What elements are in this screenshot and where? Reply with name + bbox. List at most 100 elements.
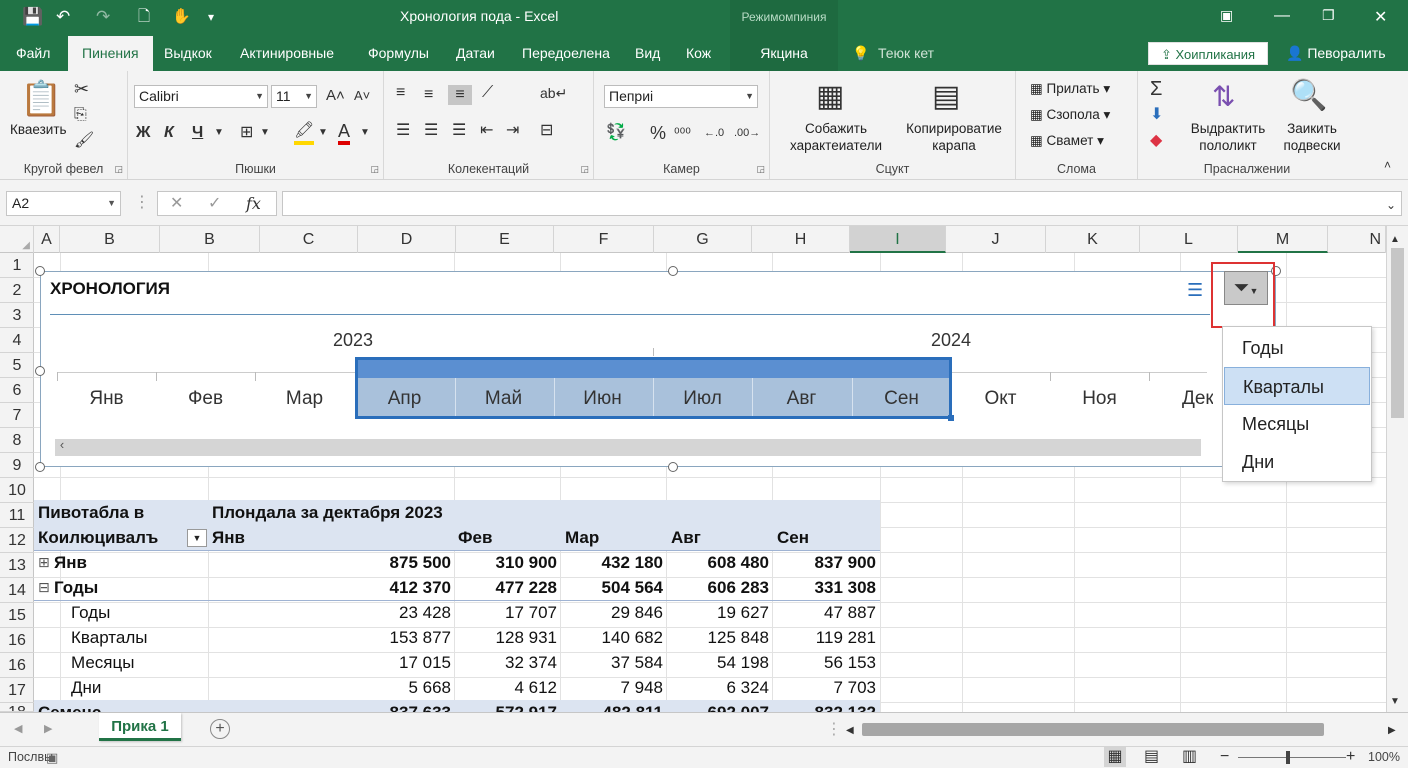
pivot-cell-value[interactable]: 837 900 bbox=[766, 550, 876, 575]
tab-timeline-options[interactable]: Якцина bbox=[730, 36, 838, 71]
paste-button[interactable]: Кваезить bbox=[10, 121, 67, 138]
formula-input[interactable] bbox=[282, 191, 1402, 216]
account-button[interactable]: 👤 Певоралить bbox=[1286, 36, 1386, 71]
column-header[interactable]: D bbox=[358, 226, 456, 253]
pivot-row-label[interactable]: Годы bbox=[54, 575, 98, 600]
column-header[interactable]: N bbox=[1328, 226, 1386, 253]
pivot-row-label[interactable]: Янв bbox=[54, 550, 87, 575]
pivot-cell-value[interactable]: 4 612 bbox=[447, 675, 557, 700]
decrease-decimal-icon[interactable]: .00→ bbox=[734, 123, 760, 143]
tab-home[interactable]: Пинения bbox=[68, 36, 153, 71]
menu-item-days[interactable]: Дни bbox=[1224, 443, 1370, 481]
resize-handle[interactable] bbox=[668, 266, 678, 276]
column-header[interactable]: A bbox=[34, 226, 60, 253]
touch-mode-icon[interactable]: ✋ bbox=[172, 6, 191, 28]
pivot-cell-value[interactable]: 432 180 bbox=[553, 550, 663, 575]
row-header[interactable]: 5 bbox=[0, 353, 34, 378]
horizontal-scroll-thumb[interactable] bbox=[862, 723, 1324, 736]
pivot-row-label[interactable]: Годы bbox=[71, 600, 110, 625]
pivot-cell-value[interactable]: 17 707 bbox=[447, 600, 557, 625]
pivot-cell-value[interactable]: 54 198 bbox=[659, 650, 769, 675]
pivot-cell-value[interactable]: 17 015 bbox=[341, 650, 451, 675]
align-middle-icon[interactable]: ≡ bbox=[424, 85, 433, 105]
pivot-cell-value[interactable]: 7 703 bbox=[766, 675, 876, 700]
pivot-cell-value[interactable]: 6 324 bbox=[659, 675, 769, 700]
tell-me-search[interactable]: Теюк кет bbox=[878, 36, 934, 71]
tab-file[interactable]: Файл bbox=[16, 36, 50, 71]
row-header[interactable]: 13 bbox=[0, 553, 34, 578]
scroll-thumb[interactable] bbox=[1391, 248, 1404, 418]
month-tile-aug[interactable]: Авг bbox=[752, 388, 851, 410]
pivot-cell-value[interactable]: 875 500 bbox=[341, 550, 451, 575]
scroll-down-icon[interactable]: ▼ bbox=[1390, 692, 1400, 712]
sheet-tab-active[interactable]: Прика 1 bbox=[99, 713, 181, 741]
align-right-icon[interactable]: ☰ bbox=[452, 121, 466, 141]
pivot-row-label[interactable]: Кварталы bbox=[71, 625, 147, 650]
resize-handle[interactable] bbox=[35, 266, 45, 276]
zoom-slider-thumb[interactable] bbox=[1286, 751, 1290, 764]
delete-cells-button[interactable]: ▦ Сзопола ▾ bbox=[1030, 106, 1110, 123]
increase-font-icon[interactable]: A˄ bbox=[326, 86, 345, 106]
pivot-cell-value[interactable]: 56 153 bbox=[766, 650, 876, 675]
cancel-icon[interactable]: ✕ bbox=[170, 194, 183, 214]
italic-button[interactable]: К bbox=[164, 123, 174, 143]
pivot-cell-value[interactable]: 477 228 bbox=[447, 575, 557, 600]
resize-handle[interactable] bbox=[35, 462, 45, 472]
cut-icon[interactable]: ✂ bbox=[74, 79, 89, 99]
increase-decimal-icon[interactable]: ←.0 bbox=[704, 123, 724, 143]
column-header[interactable]: C bbox=[260, 226, 358, 253]
tab-data[interactable]: Датаи bbox=[456, 36, 495, 71]
customize-qat-icon[interactable]: ▾ bbox=[208, 6, 214, 28]
restore-icon[interactable]: ❐ bbox=[1322, 7, 1335, 24]
column-header[interactable]: B bbox=[160, 226, 260, 253]
paste-icon[interactable]: 📋 bbox=[20, 79, 62, 119]
pivot-cell-value[interactable]: 837 633 bbox=[341, 700, 451, 712]
tab-review[interactable]: Передоелена bbox=[522, 36, 610, 71]
sort-filter-button[interactable]: Выдрактить пололикт bbox=[1188, 120, 1268, 154]
pivot-cell-value[interactable]: 608 480 bbox=[659, 550, 769, 575]
expand-formula-icon[interactable]: ⌄ bbox=[1386, 195, 1396, 215]
enter-icon[interactable]: ✓ bbox=[208, 194, 221, 214]
month-tile-apr[interactable]: Апр bbox=[355, 388, 454, 410]
row-filter-dropdown[interactable]: ▼ bbox=[187, 529, 207, 547]
format-table-icon[interactable]: ▤ bbox=[932, 79, 960, 115]
prev-sheet-icon[interactable]: ◀ bbox=[14, 719, 22, 739]
orientation-icon[interactable]: ⟋ bbox=[482, 83, 493, 103]
pivot-cell-value[interactable]: 572 917 bbox=[447, 700, 557, 712]
normal-view-icon[interactable]: ▦ bbox=[1104, 747, 1126, 767]
find-select-button[interactable]: Заикить подвески bbox=[1272, 120, 1352, 154]
pivot-cell-value[interactable]: 29 846 bbox=[553, 600, 663, 625]
chevron-down-icon[interactable]: ▼ bbox=[318, 123, 328, 143]
column-header[interactable]: M bbox=[1238, 226, 1328, 253]
dialog-launcher-icon[interactable]: ◲ bbox=[114, 164, 123, 175]
chevron-down-icon[interactable]: ▼ bbox=[360, 123, 370, 143]
splitter-icon[interactable]: ⋮ bbox=[826, 720, 842, 740]
print-preview-icon[interactable]: 🗋 bbox=[138, 6, 150, 28]
fill-color-icon[interactable]: 🖍 bbox=[294, 121, 315, 145]
pivot-cell-value[interactable]: 331 308 bbox=[766, 575, 876, 600]
row-header[interactable]: 8 bbox=[0, 428, 34, 453]
month-tile-nov[interactable]: Ноя bbox=[1050, 388, 1149, 410]
pivot-row-label[interactable]: Дни bbox=[71, 675, 101, 700]
align-center-icon[interactable]: ☰ bbox=[424, 121, 438, 141]
resize-handle[interactable] bbox=[35, 366, 45, 376]
macro-record-icon[interactable]: ▣ bbox=[46, 748, 58, 768]
wrap-text-icon[interactable]: ab↵ bbox=[540, 83, 567, 103]
format-cells-button[interactable]: ▦ Свамет ▾ bbox=[1030, 132, 1104, 149]
pivot-cell-value[interactable]: 140 682 bbox=[553, 625, 663, 650]
tab-insert[interactable]: Выдкок bbox=[164, 36, 212, 71]
column-header[interactable]: L bbox=[1140, 226, 1238, 253]
pivot-cell-value[interactable]: 5 668 bbox=[341, 675, 451, 700]
conditional-format-icon[interactable]: ▦ bbox=[816, 79, 844, 115]
row-header[interactable]: 2 bbox=[0, 278, 34, 303]
zoom-in-icon[interactable]: + bbox=[1346, 747, 1355, 767]
borders-icon[interactable]: ⊞ bbox=[240, 123, 253, 143]
insert-cells-button[interactable]: ▦ Прилать ▾ bbox=[1030, 80, 1110, 97]
zoom-out-icon[interactable]: − bbox=[1220, 747, 1229, 767]
pivot-cell-value[interactable]: 128 931 bbox=[447, 625, 557, 650]
pivot-cell-value[interactable]: 7 948 bbox=[553, 675, 663, 700]
undo-icon[interactable]: ↶ bbox=[56, 6, 70, 28]
merge-center-icon[interactable]: ⊟ bbox=[540, 121, 553, 141]
tab-formulas[interactable]: Формулы bbox=[368, 36, 429, 71]
pivot-cell-value[interactable]: 153 877 bbox=[341, 625, 451, 650]
